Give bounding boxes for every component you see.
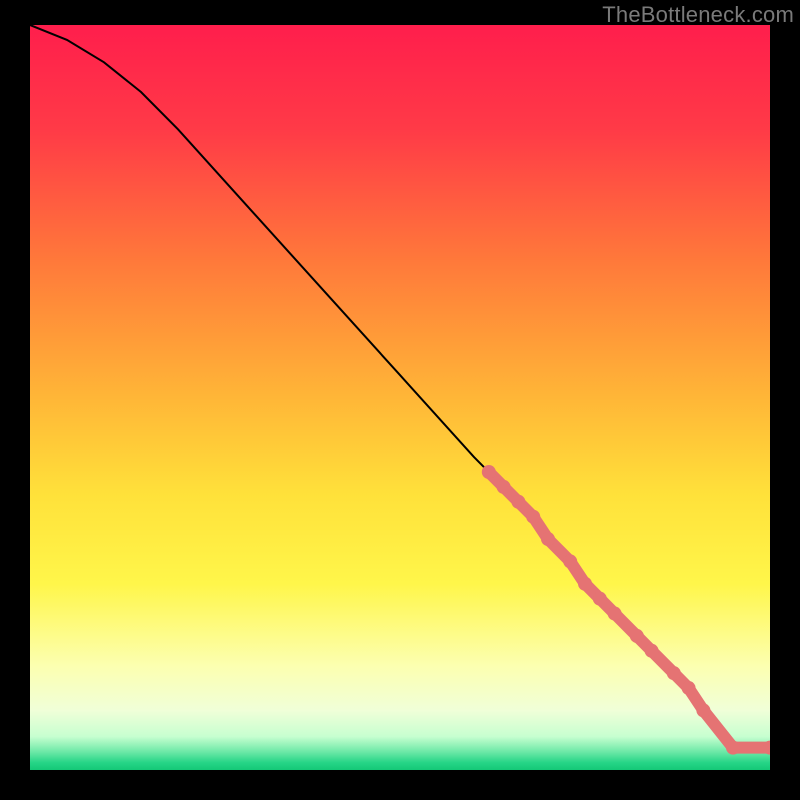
plot-area <box>30 25 770 770</box>
chart-stage: TheBottleneck.com <box>0 0 800 800</box>
data-point <box>563 554 577 568</box>
data-point <box>593 592 607 606</box>
data-point <box>696 703 710 717</box>
data-point <box>726 741 740 755</box>
data-point <box>511 495 525 509</box>
data-point <box>645 644 659 658</box>
data-point <box>578 577 592 591</box>
data-point <box>482 465 496 479</box>
bottleneck-curve <box>30 25 770 748</box>
data-point <box>667 666 681 680</box>
data-point <box>541 532 555 546</box>
data-point <box>608 607 622 621</box>
data-point <box>682 681 696 695</box>
data-point <box>526 510 540 524</box>
curve-layer <box>30 25 770 770</box>
data-point <box>630 629 644 643</box>
data-point <box>497 480 511 494</box>
